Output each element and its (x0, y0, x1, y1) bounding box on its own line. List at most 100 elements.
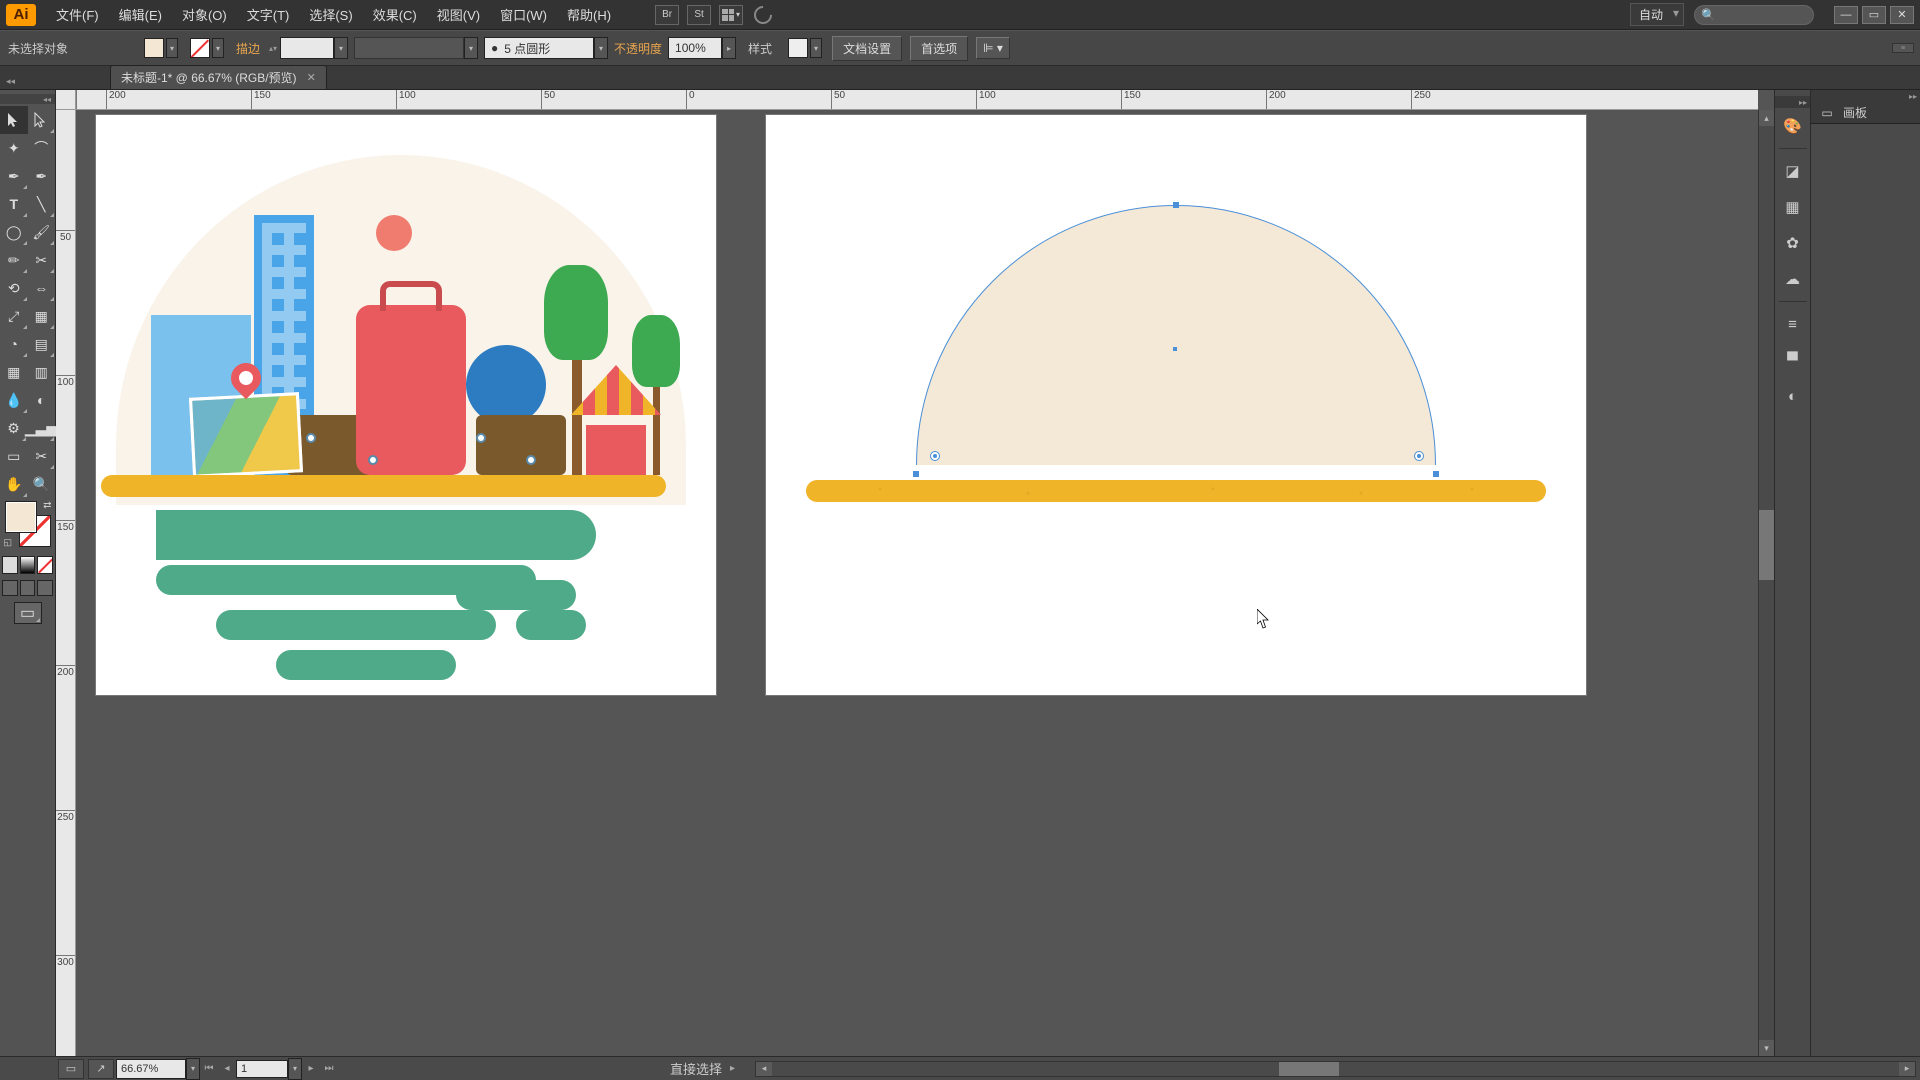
swap-fillstroke-icon[interactable]: ⇄ (43, 500, 51, 511)
close-icon[interactable]: ✕ (1890, 6, 1914, 24)
stroke-swatch[interactable]: ▾ (190, 38, 224, 58)
blend-tool[interactable]: ◐ (28, 386, 56, 414)
default-fillstroke-icon[interactable]: ◱ (4, 537, 13, 548)
scrollbar-vertical[interactable]: ▴ ▾ (1758, 110, 1774, 1056)
sync-icon[interactable] (751, 5, 775, 25)
none-mode-icon[interactable] (37, 556, 53, 574)
zoom-tool[interactable]: 🔍 (28, 470, 56, 498)
scrollbar-horizontal[interactable]: ◂ ▸ (755, 1061, 1916, 1077)
scroll-thumb-v[interactable] (1759, 510, 1774, 580)
opacity-label[interactable]: 不透明度 (614, 40, 662, 57)
stroke-stepper-icon[interactable]: ▴▾ (266, 37, 280, 59)
dome-shape[interactable] (916, 205, 1436, 725)
first-artboard-icon[interactable]: ⏮ (200, 1060, 218, 1078)
menu-view[interactable]: 视图(V) (427, 1, 490, 28)
menu-type[interactable]: 文字(T) (237, 1, 300, 28)
direct-selection-tool[interactable] (28, 106, 56, 134)
rotate-tool[interactable]: ⟲ (0, 274, 28, 302)
arrange-docs-icon[interactable]: ▾ (719, 5, 743, 25)
anchor-point[interactable] (1173, 202, 1179, 208)
scroll-down-icon[interactable]: ▾ (1759, 1040, 1774, 1056)
color-mode-icon[interactable] (2, 556, 18, 574)
anchor-point[interactable] (1433, 471, 1439, 477)
slice-tool[interactable]: ✂ (28, 442, 56, 470)
draw-inside-icon[interactable] (37, 580, 53, 596)
scale-tool[interactable]: ⤢ (0, 302, 28, 330)
menu-effect[interactable]: 效果(C) (363, 1, 427, 28)
gpu-preview-icon[interactable]: ▭ (58, 1059, 84, 1079)
style-swatch[interactable]: ▾ (788, 38, 822, 58)
brush-profile-dropdown[interactable]: ▾ (594, 37, 608, 59)
artboard-number-field[interactable]: 1 (236, 1060, 288, 1078)
minimize-icon[interactable]: — (1834, 6, 1858, 24)
gradient-tool[interactable]: ▥ (28, 358, 56, 386)
type-tool[interactable]: T (0, 190, 28, 218)
canvas-area[interactable]: 200 150 100 50 0 50 100 150 200 250 50 1… (56, 90, 1774, 1056)
scroll-right-icon[interactable]: ▸ (1899, 1062, 1915, 1076)
search-input[interactable]: 🔍 (1694, 5, 1814, 25)
draw-normal-icon[interactable] (2, 580, 18, 596)
scroll-left-icon[interactable]: ◂ (756, 1062, 772, 1076)
zoom-field[interactable]: 66.67% (116, 1059, 186, 1079)
artboard-dropdown[interactable]: ▾ (288, 1058, 302, 1080)
eyedropper-tool[interactable]: 💧 (0, 386, 28, 414)
selection-tool[interactable] (0, 106, 28, 134)
perspective-tool[interactable]: ▤ (28, 330, 56, 358)
graph-tool[interactable]: ▁▃▅ (27, 414, 55, 442)
stroke-width-field[interactable] (280, 37, 334, 59)
zoom-dropdown[interactable]: ▾ (186, 1058, 200, 1080)
gradient-mode-icon[interactable] (20, 556, 36, 574)
collapse-handle-icon[interactable]: ≡ (1892, 43, 1914, 53)
menu-edit[interactable]: 编辑(E) (109, 1, 172, 28)
stroke-panel-icon[interactable]: ≡ (1779, 310, 1807, 338)
corner-widget-icon[interactable] (930, 451, 940, 461)
sand-bar-shape[interactable] (806, 480, 1546, 502)
fill-swatch[interactable]: ▾ (144, 38, 178, 58)
hand-tool[interactable]: ✋ (0, 470, 28, 498)
curvature-tool[interactable]: ✒ (28, 162, 56, 190)
menu-object[interactable]: 对象(O) (172, 1, 237, 28)
tab-close-icon[interactable]: ✕ (307, 71, 316, 84)
panel-grip-icon[interactable]: ▸▸ (1775, 96, 1810, 108)
preferences-button[interactable]: 首选项 (910, 36, 968, 61)
stroke-width-dropdown[interactable]: ▾ (334, 37, 348, 59)
panel-grip-icon[interactable]: ▸▸ (1811, 90, 1920, 102)
symbols-panel-icon[interactable]: ✿ (1779, 229, 1807, 257)
scroll-up-icon[interactable]: ▴ (1759, 110, 1774, 126)
swatches-panel-icon[interactable]: ◪ (1779, 157, 1807, 185)
paintbrush-tool[interactable]: 🖌 (28, 218, 56, 246)
share-icon[interactable]: ↗ (88, 1059, 114, 1079)
menu-select[interactable]: 选择(S) (299, 1, 362, 28)
draw-behind-icon[interactable] (20, 580, 36, 596)
reflect-tool[interactable]: ⇔ (28, 274, 56, 302)
cloud-panel-icon[interactable]: ☁ (1779, 265, 1807, 293)
corner-widget-icon[interactable] (1414, 451, 1424, 461)
stock-icon[interactable]: St (687, 5, 711, 25)
scroll-thumb-h[interactable] (1279, 1062, 1339, 1076)
opacity-dropdown[interactable]: ▸ (722, 37, 736, 59)
bridge-icon[interactable]: Br (655, 5, 679, 25)
workspace-dropdown[interactable]: 自动 (1630, 3, 1684, 26)
next-artboard-icon[interactable]: ▸ (302, 1060, 320, 1078)
center-point[interactable] (1173, 347, 1177, 351)
color-panel-icon[interactable]: 🎨 (1779, 112, 1807, 140)
tab-expand-icon[interactable]: ◂◂ (4, 74, 17, 89)
ellipse-tool[interactable]: ◯ (0, 218, 28, 246)
menu-help[interactable]: 帮助(H) (557, 1, 621, 28)
line-tool[interactable]: ╲ (28, 190, 56, 218)
fill-box[interactable] (6, 502, 36, 532)
lasso-tool[interactable]: ⌒ (28, 134, 56, 162)
opacity-field[interactable]: 100% (668, 37, 722, 59)
brush-profile-field[interactable]: ●5 点圆形 (484, 37, 594, 59)
document-setup-button[interactable]: 文档设置 (832, 36, 902, 61)
pen-tool[interactable]: ✒ (0, 162, 28, 190)
variable-width-dropdown[interactable]: ▾ (464, 37, 478, 59)
status-flyout-icon[interactable]: ▸ (730, 1063, 735, 1074)
fill-stroke-control[interactable]: ⇄ ◱ (6, 502, 50, 546)
pencil-tool[interactable]: ✏ (0, 246, 28, 274)
menu-file[interactable]: 文件(F) (46, 1, 109, 28)
align-icon[interactable]: ⊫ ▾ (976, 37, 1010, 59)
prev-artboard-icon[interactable]: ◂ (218, 1060, 236, 1078)
menu-window[interactable]: 窗口(W) (490, 1, 557, 28)
ruler-vertical[interactable]: 50 100 150 200 250 300 (56, 110, 76, 1056)
